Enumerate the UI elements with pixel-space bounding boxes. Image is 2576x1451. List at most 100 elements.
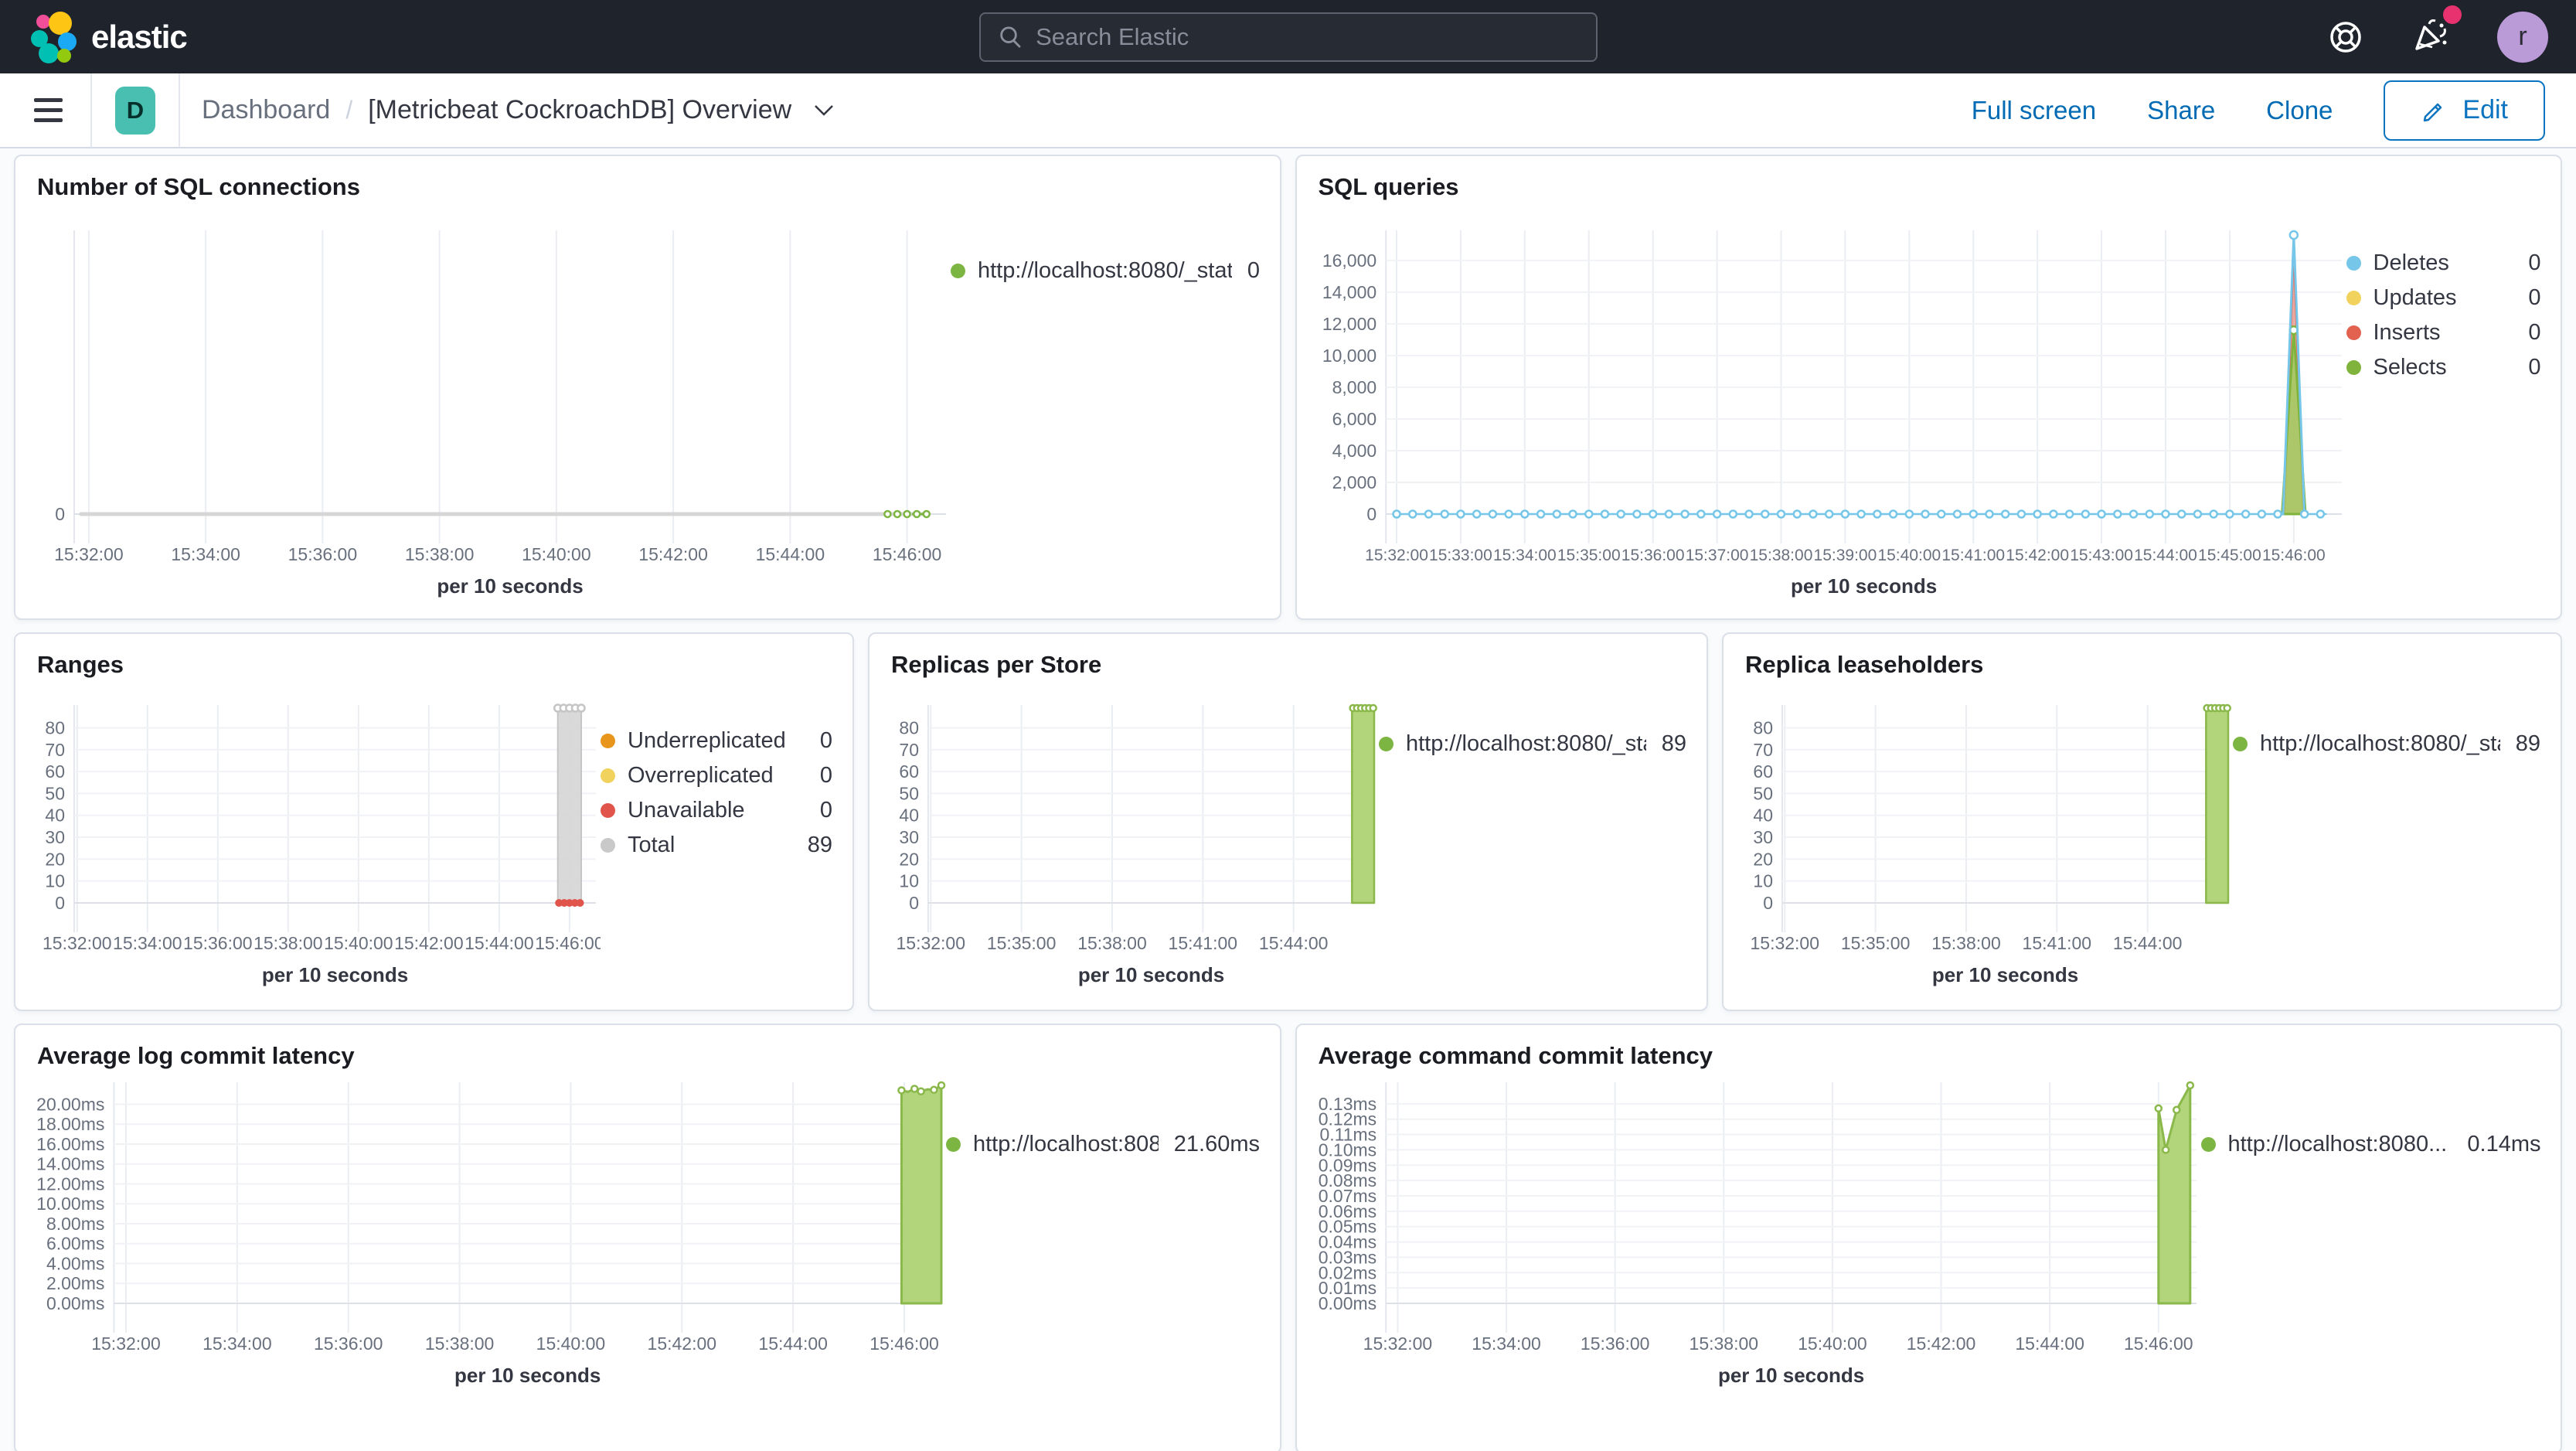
- breadcrumb-dashboard[interactable]: Dashboard: [202, 95, 330, 125]
- menu-icon[interactable]: [26, 90, 70, 130]
- legend-value: 0: [2528, 320, 2541, 345]
- legend-value: 0: [2528, 355, 2541, 380]
- panel-title: Ranges: [37, 651, 124, 678]
- svg-text:15:42:00: 15:42:00: [1906, 1333, 1975, 1354]
- svg-text:15:43:00: 15:43:00: [2070, 547, 2133, 564]
- avatar[interactable]: r: [2497, 11, 2548, 63]
- svg-text:15:32:00: 15:32:00: [1750, 933, 1819, 953]
- legend-dot: [2346, 291, 2361, 305]
- svg-text:per 10 seconds: per 10 seconds: [1932, 963, 2078, 986]
- legend-value: 0: [2528, 285, 2541, 310]
- legend-item[interactable]: Selects 0: [2346, 355, 2541, 380]
- svg-text:15:39:00: 15:39:00: [1813, 547, 1877, 564]
- svg-text:15:32:00: 15:32:00: [1365, 547, 1428, 564]
- svg-text:15:34:00: 15:34:00: [1492, 547, 1556, 564]
- legend-item[interactable]: Updates 0: [2346, 285, 2541, 311]
- legend: http://localhost:8080... 0.14ms: [2200, 1076, 2541, 1451]
- svg-text:15:38:00: 15:38:00: [1077, 933, 1147, 953]
- separator: [179, 73, 180, 148]
- legend-dot: [2233, 737, 2248, 751]
- chart-avg-log-commit-latency[interactable]: 0.00ms 2.00ms 4.00ms 6.00ms 8.00ms 10.00ms 12.…: [25, 1076, 946, 1451]
- edit-button[interactable]: Edit: [2384, 80, 2545, 141]
- legend-item[interactable]: Inserts 0: [2346, 320, 2541, 346]
- svg-text:10: 10: [1753, 871, 1773, 891]
- legend-item[interactable]: Underreplicated 0: [601, 728, 832, 754]
- svg-text:15:40:00: 15:40:00: [1877, 547, 1941, 564]
- svg-text:15:36:00: 15:36:00: [183, 933, 253, 953]
- svg-text:20: 20: [899, 849, 919, 869]
- chart-sql-connections[interactable]: 0 15:32:00 15:34:00 15:36:00 15:38:00 15:40:0…: [25, 207, 951, 618]
- legend-item[interactable]: http://localhost:8080/_stat... 0: [951, 258, 1260, 284]
- svg-text:0.13ms: 0.13ms: [1318, 1094, 1376, 1114]
- search-input[interactable]: [1036, 22, 1579, 51]
- svg-text:15:44:00: 15:44:00: [1259, 933, 1329, 953]
- svg-text:15:35:00: 15:35:00: [1841, 933, 1911, 953]
- space-switcher[interactable]: D: [115, 86, 155, 135]
- legend-label: http://localhost:808...: [973, 1132, 1159, 1156]
- avatar-initial: r: [2518, 22, 2527, 51]
- legend-label: Underreplicated: [628, 728, 786, 753]
- title-menu-button[interactable]: [813, 104, 835, 118]
- newsfeed-button[interactable]: [2411, 5, 2462, 59]
- svg-text:15:46:00: 15:46:00: [873, 544, 942, 564]
- svg-text:4,000: 4,000: [1332, 441, 1376, 461]
- legend-value: 89: [1661, 731, 1686, 756]
- legend-item[interactable]: Overreplicated 0: [601, 763, 832, 789]
- svg-text:30: 30: [45, 827, 65, 847]
- legend-label: http://localhost:8080...: [2227, 1132, 2448, 1156]
- legend-item[interactable]: Unavailable 0: [601, 798, 832, 823]
- elastic-logo-icon: [31, 11, 77, 63]
- legend-value: 21.60ms: [1173, 1132, 1260, 1156]
- legend-item[interactable]: Total 89: [601, 833, 832, 858]
- chart-replicas-per-store[interactable]: 0 10 20 30 40 50 60 70 80 15:32:00 15:35:00 15:38:0…: [879, 685, 1379, 1010]
- chart-sql-queries[interactable]: 0 2,000 4,000 6,000 8,000 10,000 12,000 14,000 1…: [1306, 207, 2346, 618]
- legend-dot: [601, 838, 615, 853]
- chart-ranges[interactable]: 0 10 20 30 40 50 60 70 80 15:32:00 15:34:00 15:36:0…: [25, 685, 604, 1010]
- svg-text:15:32:00: 15:32:00: [91, 1333, 161, 1354]
- svg-text:per 10 seconds: per 10 seconds: [454, 1364, 601, 1387]
- legend-value: 0: [2528, 250, 2541, 275]
- svg-text:15:40:00: 15:40:00: [536, 1333, 606, 1354]
- separator: [90, 73, 92, 148]
- legend-label: Selects: [2373, 355, 2447, 380]
- svg-text:8,000: 8,000: [1332, 377, 1376, 397]
- panel-title: SQL queries: [1318, 173, 1459, 200]
- svg-text:15:38:00: 15:38:00: [1931, 933, 2001, 953]
- svg-text:15:41:00: 15:41:00: [1941, 547, 2005, 564]
- chart-avg-command-commit-latency[interactable]: 0.00ms 0.01ms 0.02ms 0.03ms 0.04ms 0.05ms 0.06…: [1306, 1076, 2201, 1451]
- svg-text:15:46:00: 15:46:00: [2124, 1333, 2193, 1354]
- svg-text:15:36:00: 15:36:00: [1621, 547, 1684, 564]
- help-icon[interactable]: [2327, 19, 2364, 56]
- panel-replica-leaseholders: Replica leaseholders 0 10 20 30 40 50 60 70 80 15:…: [1722, 632, 2562, 1011]
- svg-text:0: 0: [55, 893, 65, 913]
- legend: Underreplicated 0 Overreplicated 0 Unavailab…: [601, 685, 832, 1010]
- notification-dot: [2443, 5, 2462, 24]
- svg-text:16,000: 16,000: [1322, 250, 1376, 271]
- legend-item[interactable]: http://localhost:8080... 0.14ms: [2200, 1132, 2541, 1157]
- toolbar-actions: Full screen Share Clone Edit: [1972, 80, 2576, 141]
- legend-item[interactable]: http://localhost:8080/_sta... 89: [2233, 731, 2540, 757]
- panel-title: Number of SQL connections: [37, 173, 360, 200]
- legend-dot: [601, 768, 615, 783]
- svg-text:15:46:00: 15:46:00: [2261, 547, 2325, 564]
- panel-avg-log-commit-latency: Average log commit latency 0.00ms 2.00ms 4.…: [14, 1024, 1281, 1451]
- full-screen-button[interactable]: Full screen: [1972, 96, 2096, 125]
- legend-dot: [946, 1137, 961, 1152]
- global-search[interactable]: [978, 12, 1598, 62]
- legend-item[interactable]: http://localhost:8080/_sta... 89: [1379, 731, 1686, 757]
- chart-replica-leaseholders[interactable]: 0 10 20 30 40 50 60 70 80 15:32:00 15:35:00 15:38:0…: [1733, 685, 2233, 1010]
- svg-text:50: 50: [45, 783, 65, 803]
- legend-item[interactable]: Deletes 0: [2346, 250, 2541, 276]
- svg-text:15:35:00: 15:35:00: [987, 933, 1057, 953]
- elastic-logo[interactable]: elastic: [28, 10, 188, 64]
- svg-text:15:37:00: 15:37:00: [1685, 547, 1748, 564]
- legend-label: Total: [628, 833, 675, 857]
- legend-label: http://localhost:8080/_sta...: [2260, 731, 2500, 756]
- svg-text:15:42:00: 15:42:00: [394, 933, 464, 953]
- legend-item[interactable]: http://localhost:808... 21.60ms: [946, 1132, 1260, 1157]
- svg-text:15:38:00: 15:38:00: [425, 1333, 495, 1354]
- legend-dot: [2346, 325, 2361, 340]
- clone-button[interactable]: Clone: [2266, 96, 2333, 125]
- share-button[interactable]: Share: [2147, 96, 2215, 125]
- svg-text:80: 80: [45, 717, 65, 737]
